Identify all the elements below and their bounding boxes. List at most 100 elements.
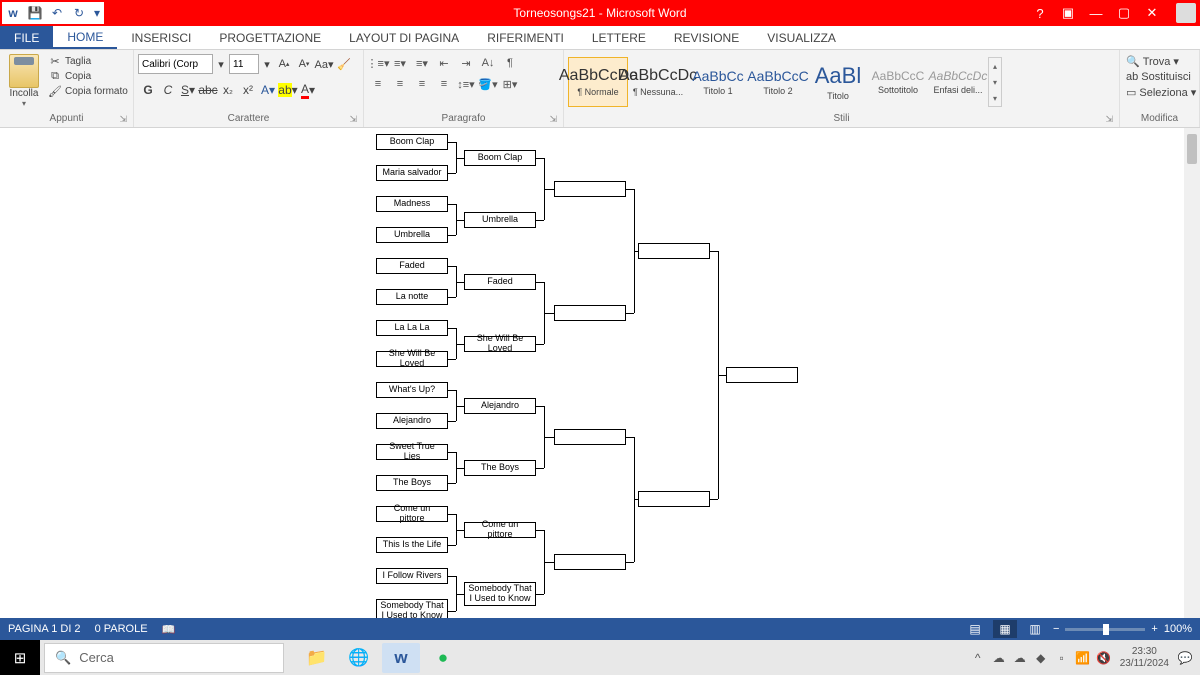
tab-references[interactable]: RIFERIMENTI (473, 26, 578, 49)
style-heading2[interactable]: AaBbCcCTitolo 2 (748, 57, 808, 107)
zoom-slider[interactable] (1065, 628, 1145, 631)
bullets-button[interactable]: ⋮≡▾ (368, 54, 388, 72)
subscript-button[interactable]: x₂ (218, 80, 238, 100)
zoom-level[interactable]: 100% (1164, 623, 1192, 635)
superscript-button[interactable]: x² (238, 80, 258, 100)
web-layout-button[interactable]: ▥ (1023, 620, 1047, 638)
format-painter-button[interactable]: 🖌Copia formato (48, 84, 128, 98)
paragraph-launcher-icon[interactable]: ⇲ (549, 114, 557, 125)
word-icon[interactable]: w (2, 2, 24, 24)
chrome-icon[interactable]: 🌐 (340, 643, 378, 673)
weather-icon[interactable]: ☁ (990, 649, 1008, 667)
font-name-dropdown-icon[interactable]: ▾ (215, 55, 227, 73)
help-icon[interactable]: ? (1028, 3, 1052, 23)
maximize-icon[interactable]: ▢ (1112, 3, 1136, 23)
font-launcher-icon[interactable]: ⇲ (349, 114, 357, 125)
copy-button[interactable]: ⧉Copia (48, 69, 128, 83)
grow-font-button[interactable]: A▴ (275, 55, 293, 73)
save-icon[interactable]: 💾 (24, 2, 46, 24)
zoom-out-button[interactable]: − (1053, 623, 1059, 635)
scrollbar-thumb[interactable] (1187, 134, 1197, 164)
show-marks-button[interactable]: ¶ (500, 54, 520, 72)
tab-view[interactable]: VISUALIZZA (753, 26, 850, 49)
volume-icon[interactable]: 🔇 (1095, 649, 1113, 667)
paste-dropdown-icon[interactable]: ▾ (22, 99, 26, 108)
style-heading1[interactable]: AaBbCcTitolo 1 (688, 57, 748, 107)
ribbon-display-icon[interactable]: ▣ (1056, 3, 1080, 23)
word-count[interactable]: 0 PAROLE (95, 623, 148, 635)
zoom-in-button[interactable]: + (1151, 623, 1157, 635)
tray-icon-1[interactable]: ◆ (1032, 649, 1050, 667)
text-effects-button[interactable]: A▾ (258, 80, 278, 100)
start-button[interactable]: ⊞ (0, 640, 40, 675)
highlight-button[interactable]: ab▾ (278, 80, 298, 100)
underline-button[interactable]: S▾ (178, 80, 198, 100)
find-button[interactable]: 🔍Trova ▾ (1124, 54, 1198, 69)
font-color-button[interactable]: A▾ (298, 80, 318, 100)
search-box[interactable]: 🔍 Cerca (44, 643, 284, 673)
paste-button[interactable]: Incolla ▾ (4, 54, 44, 108)
tab-review[interactable]: REVISIONE (660, 26, 753, 49)
increase-indent-button[interactable]: ⇥ (456, 54, 476, 72)
sort-button[interactable]: A↓ (478, 54, 498, 72)
strikethrough-button[interactable]: abc (198, 80, 218, 100)
proofing-icon[interactable]: 📖 (162, 623, 176, 636)
vertical-scrollbar[interactable] (1184, 128, 1200, 618)
tab-design[interactable]: PROGETTAZIONE (205, 26, 335, 49)
onedrive-icon[interactable]: ☁ (1011, 649, 1029, 667)
multilevel-button[interactable]: ≡▾ (412, 54, 432, 72)
minimize-icon[interactable]: ― (1084, 3, 1108, 23)
wifi-icon[interactable]: 📶 (1074, 649, 1092, 667)
justify-button[interactable]: ≡ (434, 75, 454, 93)
tab-file[interactable]: FILE (0, 26, 53, 49)
tab-home[interactable]: HOME (53, 26, 117, 49)
font-size-input[interactable]: 11 (229, 54, 259, 74)
notifications-icon[interactable]: 💬 (1176, 649, 1194, 667)
clear-format-button[interactable]: 🧹 (335, 55, 353, 73)
tray-chevron-icon[interactable]: ^ (969, 649, 987, 667)
decrease-indent-button[interactable]: ⇤ (434, 54, 454, 72)
line-spacing-button[interactable]: ↕≡▾ (456, 75, 476, 93)
spotify-icon[interactable]: ● (424, 643, 462, 673)
style-title[interactable]: AaBlTitolo (808, 57, 868, 107)
page-indicator[interactable]: PAGINA 1 DI 2 (8, 623, 81, 635)
close-icon[interactable]: ✕ (1140, 3, 1164, 23)
borders-button[interactable]: ⊞▾ (500, 75, 520, 93)
qat-dropdown-icon[interactable]: ▾ (90, 2, 104, 24)
print-layout-button[interactable]: ▦ (993, 620, 1017, 638)
font-name-input[interactable]: Calibri (Corp (138, 54, 213, 74)
shrink-font-button[interactable]: A▾ (295, 55, 313, 73)
align-center-button[interactable]: ≡ (390, 75, 410, 93)
style-no-spacing[interactable]: AaBbCcDc¶ Nessuna... (628, 57, 688, 107)
align-right-button[interactable]: ≡ (412, 75, 432, 93)
italic-button[interactable]: C (158, 80, 178, 100)
clock[interactable]: 23:30 23/11/2024 (1120, 646, 1169, 670)
align-left-button[interactable]: ≡ (368, 75, 388, 93)
styles-launcher-icon[interactable]: ⇲ (1105, 114, 1113, 125)
user-avatar[interactable] (1176, 3, 1196, 23)
read-mode-button[interactable]: ▤ (963, 620, 987, 638)
replace-button[interactable]: abSostituisci (1124, 70, 1198, 84)
tab-layout[interactable]: LAYOUT DI PAGINA (335, 26, 473, 49)
language-icon[interactable]: ▫ (1053, 649, 1071, 667)
cut-button[interactable]: ✂Taglia (48, 54, 128, 68)
font-size-dropdown-icon[interactable]: ▾ (261, 55, 273, 73)
file-explorer-icon[interactable]: 📁 (298, 643, 336, 673)
styles-more-button[interactable]: ▴▾▾ (988, 57, 1002, 107)
select-button[interactable]: ▭Seleziona ▾ (1124, 85, 1198, 100)
numbering-button[interactable]: ≡▾ (390, 54, 410, 72)
style-emphasis[interactable]: AaBbCcDcEnfasi deli... (928, 57, 988, 107)
bracket-r2-6: Come un pittore (464, 522, 536, 538)
style-subtitle[interactable]: AaBbCcCSottotitolo (868, 57, 928, 107)
shading-button[interactable]: 🪣▾ (478, 75, 498, 93)
tab-mailings[interactable]: LETTERE (578, 26, 660, 49)
redo-icon[interactable]: ↻ (68, 2, 90, 24)
tab-insert[interactable]: INSERISCI (117, 26, 205, 49)
undo-icon[interactable]: ↶ (46, 2, 68, 24)
word-taskbar-icon[interactable]: w (382, 643, 420, 673)
bold-button[interactable]: G (138, 80, 158, 100)
change-case-button[interactable]: Aa▾ (315, 55, 333, 73)
styles-gallery[interactable]: AaBbCcDc¶ Normale AaBbCcDc¶ Nessuna... A… (568, 54, 1002, 110)
document-area[interactable]: ^ Boom ClapMaria salvadorMadnessUmbrella… (0, 128, 1200, 618)
clipboard-launcher-icon[interactable]: ⇲ (119, 114, 127, 125)
